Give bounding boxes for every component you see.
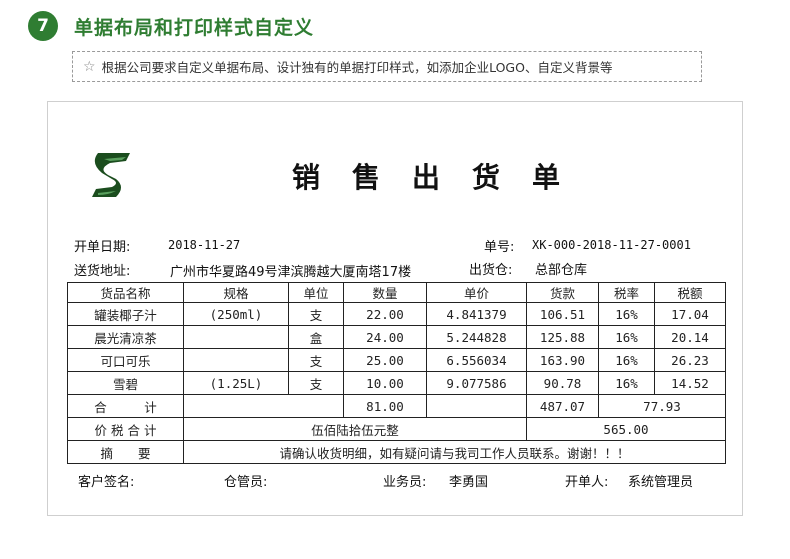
cell-unit: 支 — [288, 302, 344, 326]
cell-spec: (250ml) — [183, 302, 289, 326]
salesman-value: 李勇国 — [449, 475, 489, 490]
table-header-row: 货品名称 规格 单位 数量 单价 货款 税率 税额 — [67, 282, 726, 303]
column-header: 货品名称 — [67, 282, 184, 303]
keeper-label: 仓管员: — [224, 475, 268, 490]
total-empty-cell — [426, 394, 527, 418]
cell-price: 5.244828 — [426, 325, 527, 349]
cell-unit: 支 — [288, 348, 344, 372]
table-row: 可口可乐 支 25.00 6.556034 163.90 16% 26.23 — [67, 348, 726, 372]
cell-amount: 125.88 — [526, 325, 599, 349]
column-header: 规格 — [183, 282, 289, 303]
cell-tax-rate: 16% — [598, 371, 655, 395]
tax-total-label: 价 税 合 计 — [67, 417, 184, 441]
warehouse-value: 总部仓库 — [535, 263, 588, 278]
address-label: 送货地址: — [74, 264, 131, 279]
invoice-number-label: 单号: — [484, 240, 515, 255]
cell-spec: (1.25L) — [183, 371, 289, 395]
invoice-paper: 销售出货单 开单日期: 2018-11-27 单号: XK-000-2018-1… — [47, 101, 743, 516]
total-amount: 487.07 — [526, 394, 599, 418]
company-logo — [88, 149, 134, 201]
column-header: 数量 — [343, 282, 427, 303]
summary-text: 请确认收货明细，如有疑问请与我司工作人员联系。谢谢！！！ — [183, 440, 726, 464]
cell-tax-rate: 16% — [598, 325, 655, 349]
summary-label: 摘 要 — [67, 440, 184, 464]
cell-tax-rate: 16% — [598, 348, 655, 372]
tip-box: ☆ 根据公司要求自定义单据布局、设计独有的单据打印样式，如添加企业LOGO、自定… — [72, 51, 702, 82]
column-header: 货款 — [526, 282, 599, 303]
cell-tax: 14.52 — [654, 371, 726, 395]
table-row: 雪碧 (1.25L) 支 10.00 9.077586 90.78 16% 14… — [67, 371, 726, 395]
cell-product: 罐装椰子汁 — [67, 302, 184, 326]
column-header: 单位 — [288, 282, 344, 303]
table-row: 罐装椰子汁 (250ml) 支 22.00 4.841379 106.51 16… — [67, 302, 726, 326]
issuer-label: 开单人: — [565, 475, 609, 490]
cell-price: 4.841379 — [426, 302, 527, 326]
star-icon: ☆ — [83, 58, 96, 75]
salesman-label: 业务员: — [383, 475, 427, 490]
summary-row: 摘 要 请确认收货明细，如有疑问请与我司工作人员联系。谢谢！！！ — [67, 440, 726, 464]
total-qty: 81.00 — [343, 394, 427, 418]
cell-product: 可口可乐 — [67, 348, 184, 372]
open-date-value: 2018-11-27 — [168, 238, 241, 252]
cell-spec — [183, 325, 289, 349]
column-header: 税额 — [654, 282, 726, 303]
cell-unit: 盒 — [288, 325, 344, 349]
section-title: 单据布局和打印样式自定义 — [74, 17, 315, 39]
open-date-label: 开单日期: — [74, 240, 131, 255]
cell-unit: 支 — [288, 371, 344, 395]
total-row: 合 计 81.00 487.07 77.93 — [67, 394, 726, 418]
invoice-number-value: XK-000-2018-11-27-0001 — [532, 238, 691, 252]
tax-total-value: 565.00 — [526, 417, 726, 441]
warehouse-label: 出货仓: — [469, 263, 513, 278]
cell-amount: 90.78 — [526, 371, 599, 395]
total-label: 合 计 — [67, 394, 184, 418]
step-number-badge: 7 — [28, 11, 58, 41]
cell-product: 雪碧 — [67, 371, 184, 395]
cell-amount: 106.51 — [526, 302, 599, 326]
tax-total-words: 伍佰陆拾伍元整 — [183, 417, 527, 441]
cell-tax-rate: 16% — [598, 302, 655, 326]
issuer-value: 系统管理员 — [628, 475, 694, 490]
cell-qty: 22.00 — [343, 302, 427, 326]
tip-text: 根据公司要求自定义单据布局、设计独有的单据打印样式，如添加企业LOGO、自定义背… — [101, 60, 613, 75]
cell-qty: 24.00 — [343, 325, 427, 349]
total-tax: 77.93 — [598, 394, 726, 418]
invoice-title: 销售出货单 — [292, 161, 593, 194]
cell-qty: 10.00 — [343, 371, 427, 395]
cell-spec — [183, 348, 289, 372]
items-table: 货品名称 规格 单位 数量 单价 货款 税率 税额 罐装椰子汁 (250ml) … — [67, 282, 726, 464]
column-header: 税率 — [598, 282, 655, 303]
address-value: 广州市华夏路49号津滨腾越大厦南塔17楼 — [170, 265, 412, 280]
table-row: 晨光清凉茶 盒 24.00 5.244828 125.88 16% 20.14 — [67, 325, 726, 349]
cell-amount: 163.90 — [526, 348, 599, 372]
cell-tax: 20.14 — [654, 325, 726, 349]
cell-tax: 26.23 — [654, 348, 726, 372]
cell-tax: 17.04 — [654, 302, 726, 326]
column-header: 单价 — [426, 282, 527, 303]
cell-qty: 25.00 — [343, 348, 427, 372]
total-empty-cell — [183, 394, 344, 418]
cell-product: 晨光清凉茶 — [67, 325, 184, 349]
customer-sign-label: 客户签名: — [78, 475, 135, 490]
tax-total-row: 价 税 合 计 伍佰陆拾伍元整 565.00 — [67, 417, 726, 441]
cell-price: 6.556034 — [426, 348, 527, 372]
cell-price: 9.077586 — [426, 371, 527, 395]
